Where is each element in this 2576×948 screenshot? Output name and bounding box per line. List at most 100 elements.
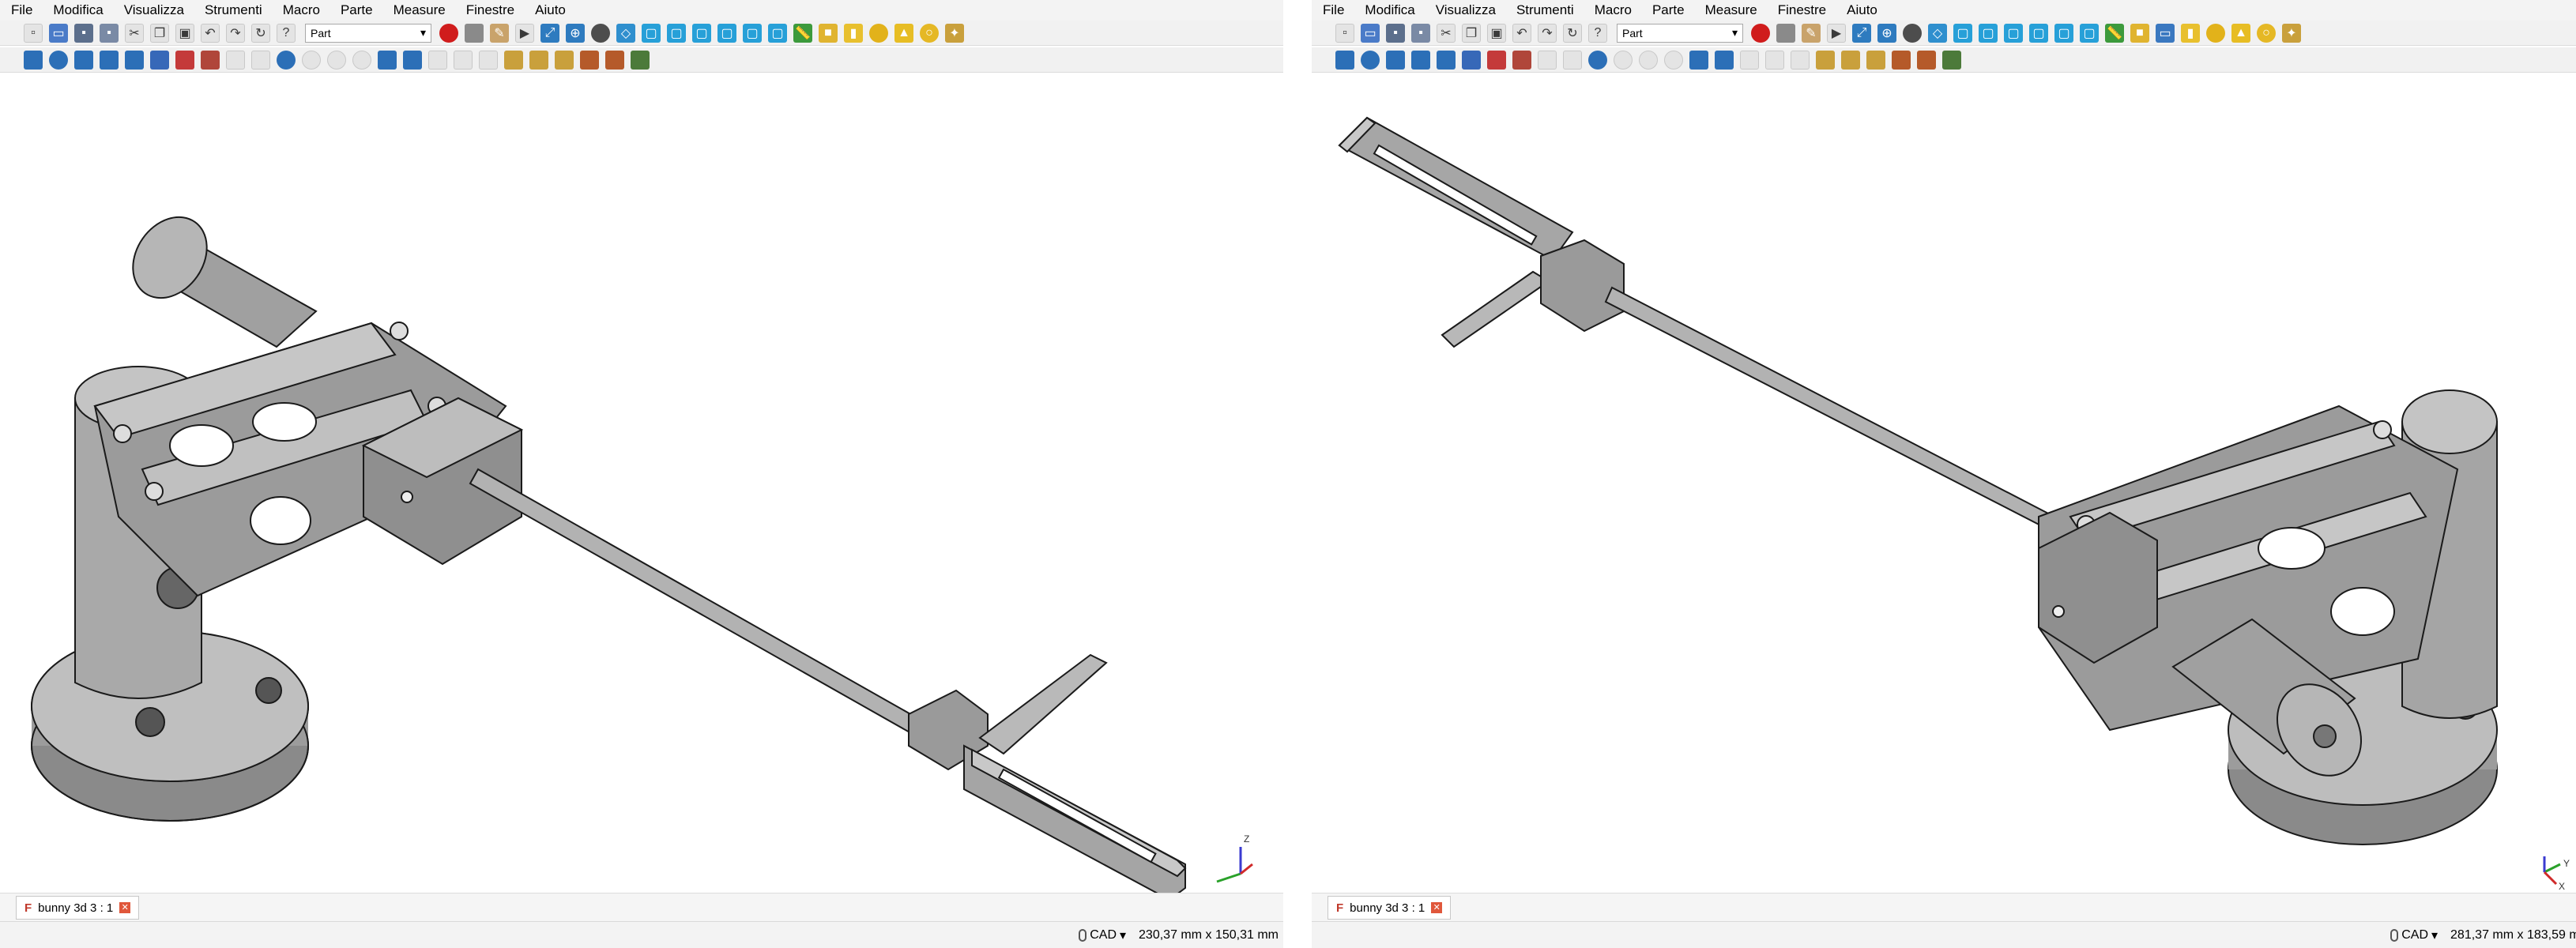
join-icon[interactable]: [403, 50, 422, 70]
menu-windows[interactable]: Finestre: [455, 0, 524, 21]
measure-angular-icon[interactable]: [529, 50, 548, 70]
view-bottom-icon[interactable]: ▢: [2054, 23, 2073, 43]
menu-help[interactable]: Aiuto: [524, 0, 575, 21]
menu-windows[interactable]: Finestre: [1767, 0, 1836, 21]
menu-edit[interactable]: Modifica: [1354, 0, 1424, 21]
3d-viewport[interactable]: Z: [0, 74, 1283, 893]
section-icon[interactable]: [251, 50, 270, 70]
boolean-icon[interactable]: [1588, 50, 1607, 70]
menu-part[interactable]: Parte: [330, 0, 382, 21]
join-icon[interactable]: [1715, 50, 1734, 70]
fit-selection-icon[interactable]: ⊕: [1877, 23, 1896, 43]
revolve-icon[interactable]: [1361, 50, 1380, 70]
redo-icon[interactable]: ↷: [1538, 23, 1557, 43]
menu-tools[interactable]: Strumenti: [1505, 0, 1584, 21]
part-cylinder-icon[interactable]: ▮: [2181, 23, 2200, 43]
check-geometry-icon[interactable]: [454, 50, 473, 70]
view-left-icon[interactable]: ▢: [2080, 23, 2099, 43]
revolve-icon[interactable]: [49, 50, 68, 70]
fit-all-icon[interactable]: ⤢: [1852, 23, 1871, 43]
part-sphere-icon[interactable]: [2206, 23, 2225, 43]
ruled-surface-icon[interactable]: [175, 50, 194, 70]
menu-view[interactable]: Visualizza: [1425, 0, 1505, 21]
macro-edit-icon[interactable]: ✎: [490, 23, 509, 43]
workbench-selector[interactable]: Part ▾: [305, 23, 431, 43]
view-top-icon[interactable]: ▢: [1979, 23, 1998, 43]
cut-boolean-icon[interactable]: [302, 50, 321, 70]
extrude-icon[interactable]: [24, 50, 43, 70]
refresh-icon[interactable]: ↻: [251, 23, 270, 43]
fillet-icon[interactable]: [100, 50, 119, 70]
mirror-icon[interactable]: [1386, 50, 1405, 70]
menu-part[interactable]: Parte: [1641, 0, 1694, 21]
part-torus-icon[interactable]: ○: [2257, 23, 2276, 43]
macro-play-icon[interactable]: ▶: [515, 23, 534, 43]
menu-tools[interactable]: Strumenti: [194, 0, 272, 21]
measure-icon[interactable]: 📏: [2105, 23, 2124, 43]
fillet-icon[interactable]: [1411, 50, 1430, 70]
part-box-icon[interactable]: ■: [819, 23, 838, 43]
macro-record-icon[interactable]: [1751, 23, 1770, 43]
view-rear-icon[interactable]: ▢: [2029, 23, 2048, 43]
undo-icon[interactable]: ↶: [201, 23, 220, 43]
open-file-icon[interactable]: ▭: [49, 23, 68, 43]
document-tab[interactable]: F bunny 3d 3 : 1 ✕: [1328, 896, 1452, 920]
compound-icon[interactable]: [1689, 50, 1708, 70]
part-primitives-icon[interactable]: ✦: [2282, 23, 2301, 43]
view-iso-icon[interactable]: ◇: [1928, 23, 1947, 43]
macro-stop-icon[interactable]: [1776, 23, 1795, 43]
part-cylinder-icon[interactable]: ▮: [844, 23, 863, 43]
menu-edit[interactable]: Modifica: [42, 0, 112, 21]
make-face-icon[interactable]: [1462, 50, 1481, 70]
menu-file[interactable]: File: [1312, 0, 1354, 21]
view-right-icon[interactable]: ▢: [2004, 23, 2023, 43]
macro-edit-icon[interactable]: ✎: [1802, 23, 1821, 43]
navigation-style-selector[interactable]: CAD ▾: [1079, 927, 1126, 943]
document-tab[interactable]: F bunny 3d 3 : 1 ✕: [16, 896, 140, 920]
menu-macro[interactable]: Macro: [272, 0, 330, 21]
menu-measure[interactable]: Measure: [382, 0, 455, 21]
menu-view[interactable]: Visualizza: [113, 0, 194, 21]
sweep-icon[interactable]: [1538, 50, 1557, 70]
measure-icon[interactable]: 📏: [793, 23, 812, 43]
save-icon[interactable]: ▪: [74, 23, 93, 43]
redo-icon[interactable]: ↷: [226, 23, 245, 43]
view-bottom-icon[interactable]: ▢: [743, 23, 762, 43]
split-icon[interactable]: [428, 50, 447, 70]
compound-icon[interactable]: [378, 50, 397, 70]
thickness-icon[interactable]: [479, 50, 498, 70]
whats-this-icon[interactable]: ?: [277, 23, 296, 43]
save-icon[interactable]: ▪: [1386, 23, 1405, 43]
common-icon[interactable]: [352, 50, 371, 70]
undo-icon[interactable]: ↶: [1512, 23, 1531, 43]
cut-icon[interactable]: ✂: [125, 23, 144, 43]
menu-help[interactable]: Aiuto: [1836, 0, 1887, 21]
workbench-selector[interactable]: Part ▾: [1617, 23, 1743, 43]
view-front-icon[interactable]: ▢: [642, 23, 661, 43]
measure-toggle-icon[interactable]: [1917, 50, 1936, 70]
navigation-style-selector[interactable]: CAD ▾: [2390, 927, 2438, 943]
extrude-icon[interactable]: [1335, 50, 1354, 70]
cut-icon[interactable]: ✂: [1437, 23, 1456, 43]
part-primitives-icon[interactable]: ✦: [945, 23, 964, 43]
measure-angular-icon[interactable]: [1841, 50, 1860, 70]
view-iso-icon[interactable]: ◇: [616, 23, 635, 43]
chamfer-icon[interactable]: [1437, 50, 1456, 70]
part-sphere-icon[interactable]: [869, 23, 888, 43]
boolean-icon[interactable]: [277, 50, 296, 70]
copy-icon[interactable]: ❐: [1462, 23, 1481, 43]
measure-3d-icon[interactable]: [631, 50, 650, 70]
measure-clear-icon[interactable]: [1892, 50, 1911, 70]
mirror-icon[interactable]: [74, 50, 93, 70]
part-box-icon[interactable]: ■: [2130, 23, 2149, 43]
part-cone-icon[interactable]: ▲: [2231, 23, 2250, 43]
section-icon[interactable]: [1563, 50, 1582, 70]
macro-play-icon[interactable]: ▶: [1827, 23, 1846, 43]
menu-macro[interactable]: Macro: [1584, 0, 1641, 21]
new-file-icon[interactable]: ▫: [24, 23, 43, 43]
view-right-icon[interactable]: ▢: [692, 23, 711, 43]
loft-icon[interactable]: [1512, 50, 1531, 70]
part-torus-icon[interactable]: ○: [920, 23, 939, 43]
close-icon[interactable]: ✕: [1431, 902, 1443, 913]
thickness-icon[interactable]: [1791, 50, 1810, 70]
